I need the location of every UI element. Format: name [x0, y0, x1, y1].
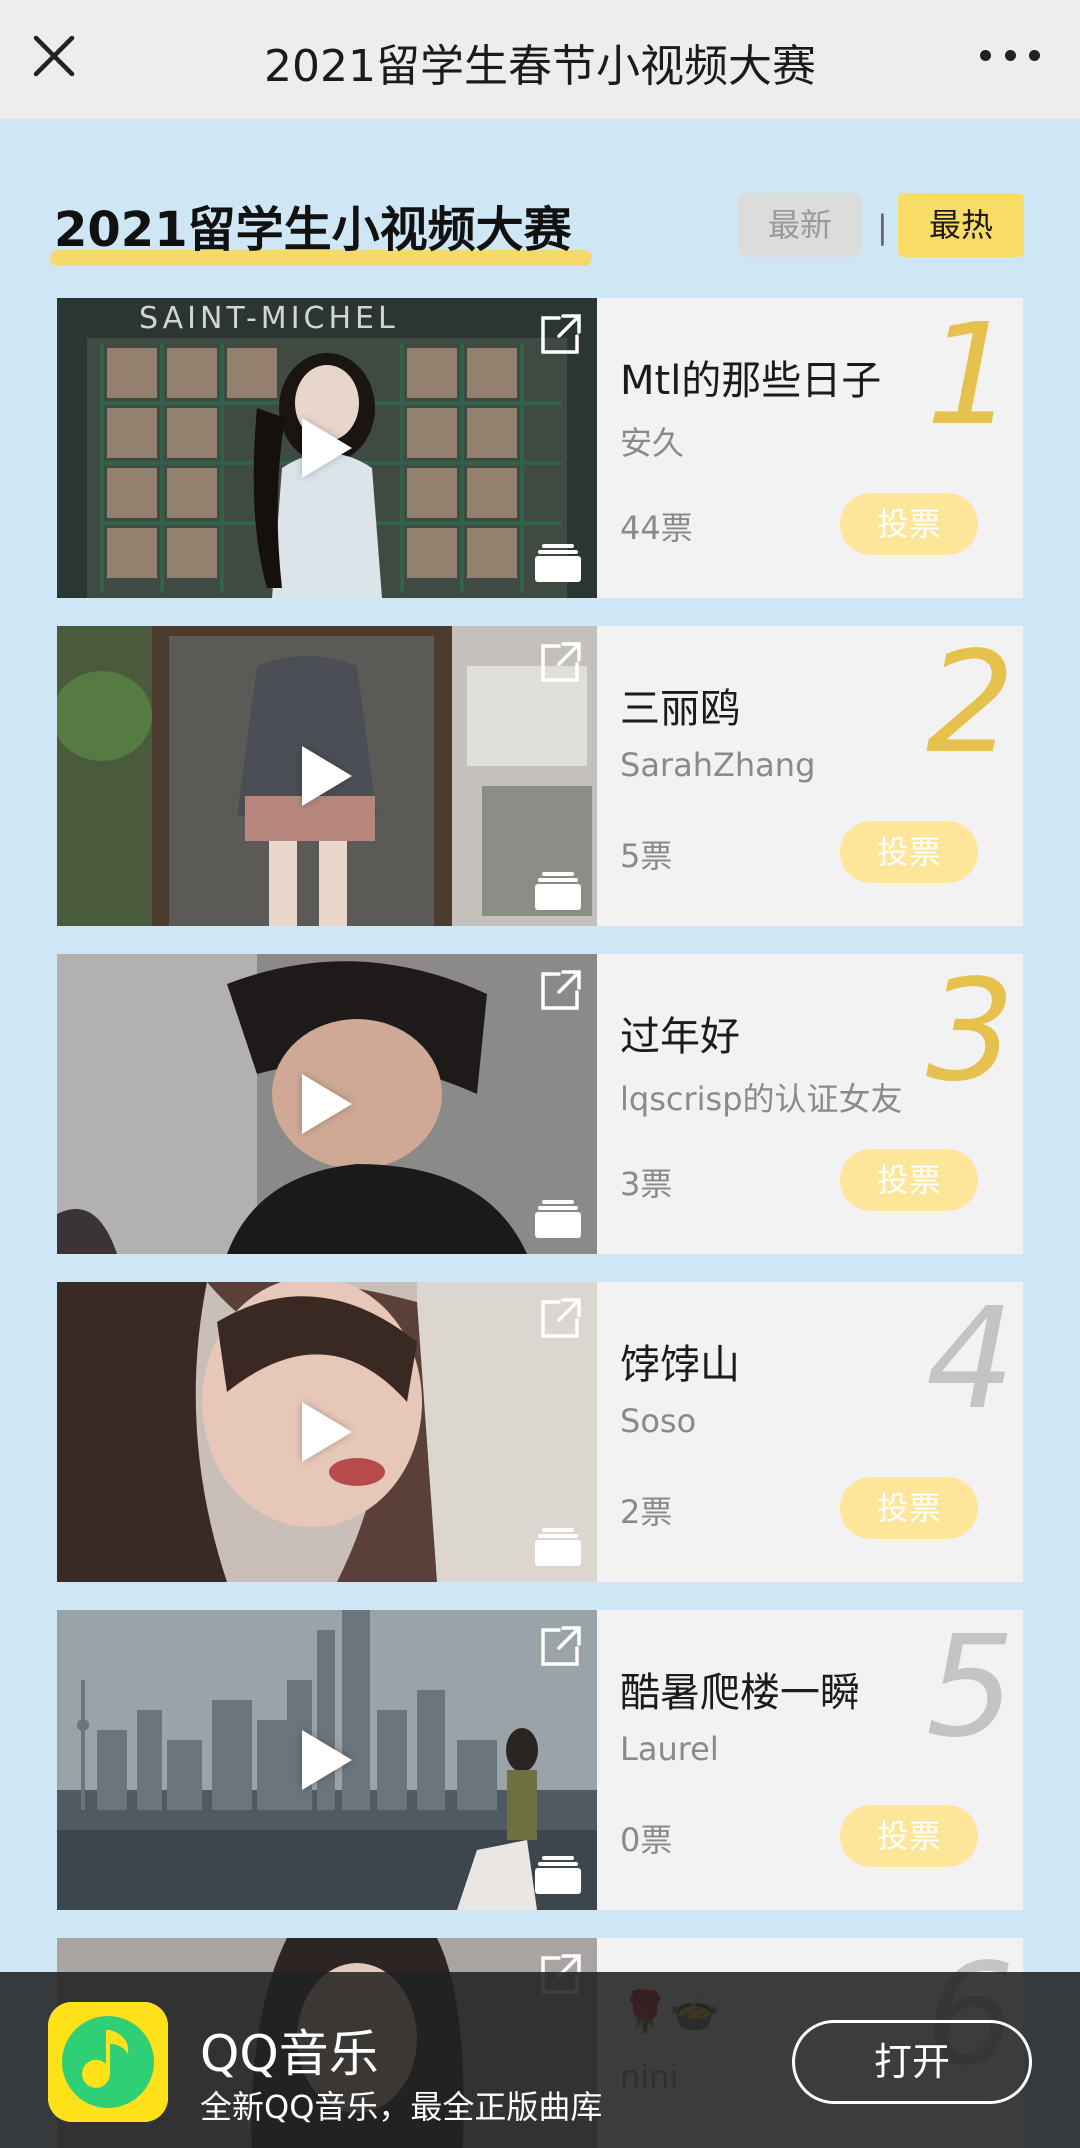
video-author: Soso: [620, 1402, 697, 1440]
share-icon[interactable]: [537, 640, 583, 686]
video-title: 过年好: [620, 1014, 740, 1060]
vote-count: 3票: [620, 1165, 673, 1203]
vote-button[interactable]: 投票: [840, 821, 978, 883]
vote-count: 44票: [620, 509, 693, 547]
sort-divider: |: [877, 208, 888, 246]
open-app-button[interactable]: 打开: [792, 2020, 1032, 2104]
video-thumbnail[interactable]: [57, 1282, 597, 1582]
close-icon[interactable]: [24, 26, 84, 86]
share-icon[interactable]: [537, 312, 583, 358]
rank-number: 5: [925, 1610, 1015, 1769]
app-name: QQ音乐: [200, 2025, 379, 2083]
video-title: 三丽鸥: [620, 686, 740, 732]
collection-icon: [535, 872, 581, 910]
app-tagline: 全新QQ音乐，最全正版曲库: [200, 2088, 603, 2126]
thumbnail-sign: SAINT-MICHEL: [139, 301, 399, 336]
vote-count: 0票: [620, 1821, 673, 1859]
page-title: 2021留学生春节小视频大赛: [264, 41, 816, 92]
vote-button[interactable]: 投票: [840, 493, 978, 555]
sort-latest-tab[interactable]: 最新: [738, 193, 862, 257]
more-options-icon[interactable]: [980, 40, 1040, 70]
play-icon[interactable]: [302, 1074, 352, 1134]
rank-number: 1: [925, 298, 1015, 457]
vote-count: 5票: [620, 837, 673, 875]
play-icon[interactable]: [302, 1730, 352, 1790]
rank-number: 2: [925, 626, 1015, 785]
video-card[interactable]: 3 过年好 lqscrisp的认证女友 3票 投票: [57, 954, 1023, 1254]
play-icon[interactable]: [302, 746, 352, 806]
collection-icon: [535, 1528, 581, 1566]
collection-icon: [535, 1856, 581, 1894]
qq-music-logo: [48, 2002, 168, 2122]
play-icon[interactable]: [302, 418, 352, 478]
rank-number: 4: [925, 1282, 1015, 1441]
vote-count: 2票: [620, 1493, 673, 1531]
video-thumbnail[interactable]: [57, 626, 597, 926]
vote-button[interactable]: 投票: [840, 1477, 978, 1539]
vote-button[interactable]: 投票: [840, 1805, 978, 1867]
video-title: Mtl的那些日子: [620, 358, 882, 404]
rank-number: 3: [925, 954, 1015, 1113]
collection-icon: [535, 544, 581, 582]
section-title: 2021留学生小视频大赛: [54, 202, 572, 258]
video-author: Laurel: [620, 1730, 719, 1768]
top-navbar: 2021留学生春节小视频大赛: [0, 0, 1080, 120]
share-icon[interactable]: [537, 968, 583, 1014]
video-thumbnail[interactable]: SAINT-MICHEL: [57, 298, 597, 598]
share-icon[interactable]: [537, 1624, 583, 1670]
video-thumbnail[interactable]: [57, 954, 597, 1254]
vote-button[interactable]: 投票: [840, 1149, 978, 1211]
sort-hottest-tab[interactable]: 最热: [898, 193, 1024, 257]
app-download-banner[interactable]: QQ音乐 全新QQ音乐，最全正版曲库 打开: [0, 1972, 1080, 2148]
video-title: 酷暑爬楼一瞬: [620, 1670, 860, 1716]
video-author: SarahZhang: [620, 746, 816, 784]
collection-icon: [535, 1200, 581, 1238]
play-icon[interactable]: [302, 1402, 352, 1462]
video-title: 饽饽山: [620, 1342, 740, 1388]
video-card[interactable]: 2 三丽鸥 SarahZhang 5票 投票: [57, 626, 1023, 926]
video-author: 安久: [620, 424, 685, 462]
video-card[interactable]: SAINT-MICHEL 1 Mtl的那些日子 安久 44票 投票: [57, 298, 1023, 598]
video-card[interactable]: 4 饽饽山 Soso 2票 投票: [57, 1282, 1023, 1582]
section-header: 2021留学生小视频大赛: [50, 190, 592, 266]
share-icon[interactable]: [537, 1296, 583, 1342]
video-thumbnail[interactable]: [57, 1610, 597, 1910]
video-author: lqscrisp的认证女友: [620, 1080, 903, 1118]
video-card[interactable]: 5 酷暑爬楼一瞬 Laurel 0票 投票: [57, 1610, 1023, 1910]
